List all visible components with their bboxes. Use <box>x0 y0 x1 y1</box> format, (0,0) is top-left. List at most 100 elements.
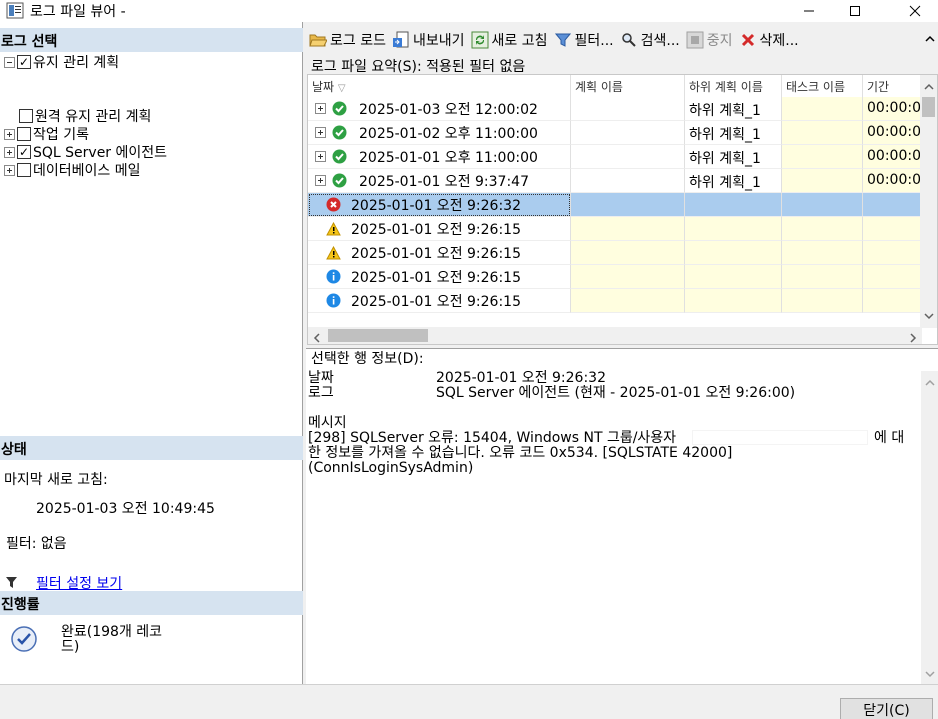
expand-row-icon[interactable] <box>315 175 326 186</box>
tree-item-label: 유지 관리 계획 <box>33 55 120 71</box>
table-cell-duration: 00:00:0 <box>863 121 923 145</box>
filter-label: 필터... <box>574 33 614 49</box>
table-cell-subplan: 하위 계획_1 <box>685 121 782 145</box>
row-date: 2025-01-01 오전 9:26:15 <box>351 221 521 238</box>
expand-row-icon[interactable] <box>315 127 326 138</box>
stop-button[interactable]: 중지 <box>683 29 736 51</box>
export-icon <box>392 31 410 49</box>
title-bar: 로그 파일 뷰어 - <box>0 0 938 22</box>
checkbox-icon[interactable] <box>17 127 31 141</box>
horizontal-scrollbar[interactable] <box>308 327 922 344</box>
minimize-button[interactable] <box>786 0 832 22</box>
table-cell-date: 2025-01-03 오전 12:00:02 <box>308 97 571 121</box>
scroll-thumb[interactable] <box>922 97 935 117</box>
checkbox-checked-icon[interactable]: ✓ <box>17 145 31 159</box>
view-filter-settings-link[interactable]: 필터 설정 보기 <box>36 573 122 593</box>
success-check-icon <box>332 173 347 188</box>
table-cell-date: 2025-01-01 오후 11:00:00 <box>308 145 571 169</box>
table-row[interactable]: 2025-01-01 오전 9:26:32 <box>308 193 923 217</box>
detail-date-label: 날짜 <box>308 370 334 386</box>
scroll-down-icon[interactable] <box>924 308 934 324</box>
app-icon <box>6 2 24 19</box>
refresh-button[interactable]: 새로 고침 <box>468 29 551 51</box>
scroll-up-icon[interactable] <box>924 79 934 95</box>
export-label: 내보내기 <box>412 33 465 49</box>
table-cell-subplan: 하위 계획_1 <box>685 97 782 121</box>
table-row[interactable]: 2025-01-01 오후 11:00:00 하위 계획_1 00:00:0 <box>308 145 923 169</box>
table-cell-plan <box>571 265 685 289</box>
tree-item-sql-server-agent[interactable]: ✓ SQL Server 에이전트 <box>4 143 167 161</box>
table-row[interactable]: 2025-01-01 오전 9:26:15 <box>308 217 923 241</box>
info-icon <box>326 269 341 284</box>
toolbar: 로그 로드 내보내기 새로 고침 필터... 검색... 중지 삭제... <box>306 28 938 52</box>
folder-open-icon <box>309 31 327 49</box>
filter-button[interactable]: 필터... <box>551 29 617 51</box>
error-icon <box>326 197 341 212</box>
column-header-plan-name[interactable]: 계획 이름 <box>571 75 685 97</box>
table-cell-task <box>782 241 863 265</box>
expand-icon[interactable] <box>4 128 15 140</box>
detail-date-value: 2025-01-01 오전 9:26:32 <box>436 370 606 386</box>
expand-row-icon[interactable] <box>315 103 326 114</box>
column-header-subplan-name[interactable]: 하위 계획 이름 <box>685 75 782 97</box>
table-cell-subplan <box>685 289 782 313</box>
column-header-duration[interactable]: 기간 <box>863 75 923 97</box>
last-refresh-label: 마지막 새로 고침: <box>4 472 108 488</box>
close-window-button[interactable] <box>892 0 938 22</box>
column-header-task-name[interactable]: 태스크 이름 <box>782 75 863 97</box>
table-cell-duration: 00:00:0 <box>863 145 923 169</box>
checkbox-icon[interactable] <box>17 163 31 177</box>
refresh-label: 새로 고침 <box>491 33 548 49</box>
log-grid[interactable]: 날짜 ▽ 계획 이름 하위 계획 이름 태스크 이름 기간 2025-01-03… <box>307 74 938 345</box>
tree-item-maintenance-plans[interactable]: ✓ 유지 관리 계획 <box>4 53 119 71</box>
sort-icon: ▽ <box>337 83 346 94</box>
scroll-thumb-horizontal[interactable] <box>328 329 428 342</box>
table-cell-duration: 00:00:0 <box>863 169 923 193</box>
scroll-left-icon[interactable] <box>313 331 321 344</box>
table-row[interactable]: 2025-01-01 오전 9:26:15 <box>308 241 923 265</box>
table-row[interactable]: 2025-01-02 오후 11:00:00 하위 계획_1 00:00:0 <box>308 121 923 145</box>
search-button[interactable]: 검색... <box>617 29 683 51</box>
table-cell-plan <box>571 217 685 241</box>
collapse-icon[interactable] <box>4 56 15 68</box>
export-button[interactable]: 내보내기 <box>389 29 468 51</box>
delete-button[interactable]: 삭제... <box>736 29 802 51</box>
table-cell-task <box>782 193 863 217</box>
scroll-up-icon[interactable] <box>925 375 935 391</box>
table-cell-subplan <box>685 241 782 265</box>
table-cell-task <box>782 121 863 145</box>
expand-icon[interactable] <box>4 164 15 176</box>
table-row[interactable]: 2025-01-03 오전 12:00:02 하위 계획_1 00:00:0 <box>308 97 923 121</box>
table-row[interactable]: 2025-01-01 오전 9:37:47 하위 계획_1 00:00:0 <box>308 169 923 193</box>
table-row[interactable]: 2025-01-01 오전 9:26:15 <box>308 289 923 313</box>
column-header-date[interactable]: 날짜 ▽ <box>308 75 571 97</box>
detail-vertical-scrollbar[interactable] <box>921 371 938 685</box>
tree-item-label: 원격 유지 관리 계획 <box>35 109 152 125</box>
tree-item-database-mail[interactable]: 데이터베이스 메일 <box>4 161 141 179</box>
detail-message-line2: 한 정보를 가져올 수 없습니다. 오류 코드 0x534. [SQLSTATE… <box>308 445 733 461</box>
expand-row-icon[interactable] <box>315 151 326 162</box>
tree-item-job-history[interactable]: 작업 기록 <box>4 125 89 143</box>
table-cell-date: 2025-01-01 오전 9:37:47 <box>308 169 571 193</box>
table-cell-duration: 00:00:0 <box>863 97 923 121</box>
tree-item-remote-maintenance-plans[interactable]: 원격 유지 관리 계획 <box>19 107 151 125</box>
success-check-icon <box>332 149 347 164</box>
checkbox-icon[interactable] <box>19 109 33 123</box>
tree-item-label: 작업 기록 <box>33 127 89 143</box>
table-cell-task <box>782 145 863 169</box>
checkbox-checked-icon[interactable]: ✓ <box>17 55 31 69</box>
expand-icon[interactable] <box>4 146 15 158</box>
toolbar-overflow-button[interactable] <box>922 29 938 51</box>
scroll-right-icon[interactable] <box>909 331 917 344</box>
table-cell-duration <box>863 241 923 265</box>
load-log-button[interactable]: 로그 로드 <box>306 29 389 51</box>
funnel-icon <box>554 31 572 49</box>
vertical-scrollbar[interactable] <box>920 75 937 328</box>
table-row[interactable]: 2025-01-01 오전 9:26:15 <box>308 265 923 289</box>
table-cell-subplan <box>685 193 782 217</box>
progress-text: 완료(198개 레코드) <box>61 624 163 655</box>
log-summary-label: 로그 파일 요약(S): 적용된 필터 없음 <box>311 59 526 75</box>
scroll-down-icon[interactable] <box>925 666 935 682</box>
close-button[interactable]: 닫기(C) <box>840 698 933 719</box>
maximize-button[interactable] <box>832 0 878 22</box>
